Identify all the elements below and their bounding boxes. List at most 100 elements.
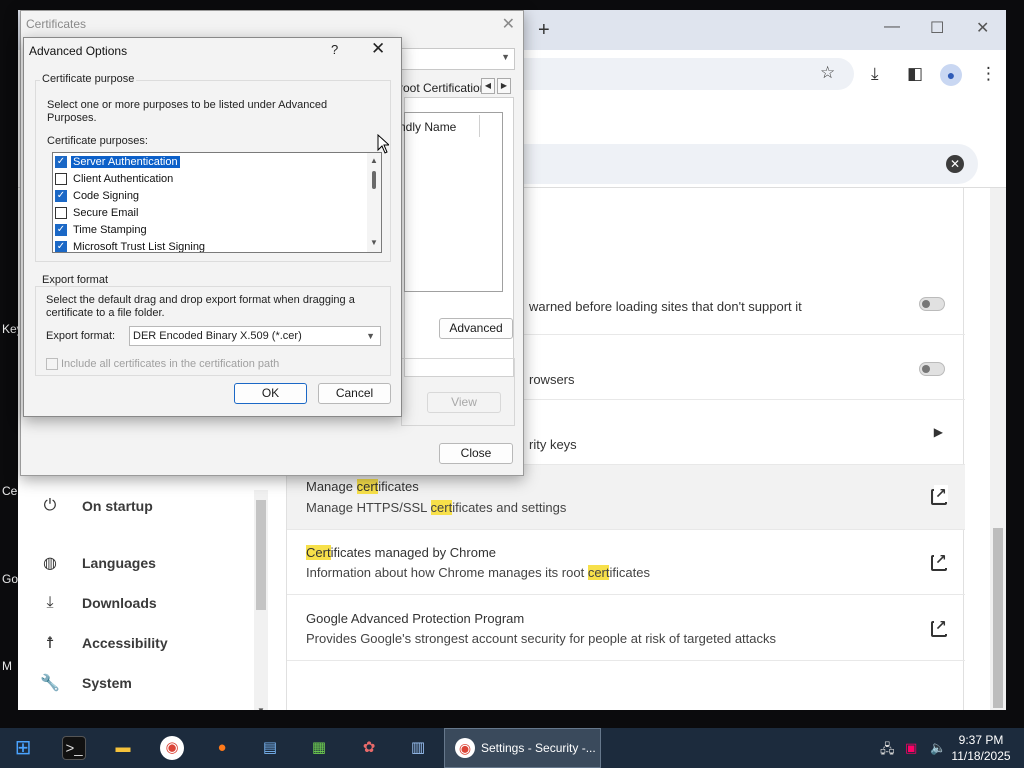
list-scrollbar[interactable]: ▲ ▼ <box>367 153 381 252</box>
download-icon: ⤓ <box>46 594 54 611</box>
tab-scroll-right-icon[interactable]: ▶ <box>497 78 511 94</box>
maximize-icon[interactable]: ☐ <box>930 18 944 38</box>
row-title: Manage certificates <box>306 479 419 494</box>
tab-scroll-left-icon[interactable]: ◀ <box>481 78 495 94</box>
external-link-icon <box>931 485 948 505</box>
checkbox[interactable]: ✓ <box>55 224 67 236</box>
select-value: DER Encoded Binary X.509 (*.cer) <box>133 330 302 342</box>
notepad-icon[interactable]: ▤ <box>258 736 282 760</box>
scroll-down-icon[interactable]: ▼ <box>370 238 378 247</box>
chevron-down-icon: ▼ <box>501 52 510 62</box>
intended-purpose-select[interactable]: ▼ <box>401 48 515 70</box>
checkbox[interactable] <box>55 173 67 185</box>
settings-row-chrome-certificates[interactable]: Certificates managed by Chrome Informati… <box>287 530 965 595</box>
dialog-title: Advanced Options <box>29 44 128 58</box>
row-title: Google Advanced Protection Program <box>306 611 525 626</box>
sidebar-item-downloads[interactable]: ⤓ Downloads <box>40 591 157 615</box>
new-tab-button[interactable]: + <box>538 19 550 42</box>
row-subtitle: Manage HTTPS/SSL certificates and settin… <box>306 500 567 515</box>
column-header[interactable]: ndly Name <box>399 120 456 134</box>
https-first-toggle[interactable] <box>919 297 945 311</box>
download-icon[interactable]: ⤓ <box>871 64 879 84</box>
help-icon[interactable]: ? <box>331 42 338 57</box>
close-icon[interactable]: ✕ <box>502 14 515 34</box>
checkbox[interactable]: ✓ <box>55 156 67 168</box>
setting-toggle[interactable] <box>919 362 945 376</box>
scrollbar-thumb[interactable] <box>372 171 376 189</box>
settings-row-advanced-protection[interactable]: Google Advanced Protection Program Provi… <box>287 595 965 661</box>
desktop-icon-label[interactable]: M <box>2 659 12 673</box>
side-panel-icon[interactable]: ◧ <box>907 64 923 84</box>
calculator-icon[interactable]: ▥ <box>406 736 430 760</box>
scroll-up-icon[interactable]: ▲ <box>370 156 378 165</box>
list-item[interactable]: ✓ Microsoft Trust List Signing <box>55 239 205 252</box>
desktop-icon-label[interactable]: Ce <box>2 484 17 498</box>
network-icon[interactable]: 🖧 <box>880 740 895 762</box>
close-icon[interactable]: ✕ <box>371 39 385 59</box>
volume-icon[interactable]: 🔈 <box>930 740 946 756</box>
taskbar-item-chrome[interactable]: ◉ Settings - Security -... <box>444 728 601 768</box>
sidebar-item-label: On startup <box>82 498 153 514</box>
advanced-options-dialog: Advanced Options ? ✕ Certificate purpose… <box>23 37 402 417</box>
group-label: Export format <box>40 274 111 286</box>
row-subtitle: Provides Google's strongest account secu… <box>306 631 776 646</box>
power-icon: ⏻ <box>43 497 57 514</box>
list-item[interactable]: ✓ Code Signing <box>55 188 139 204</box>
advanced-button[interactable]: Advanced <box>439 318 513 339</box>
checkbox <box>46 358 58 370</box>
export-format-select[interactable]: DER Encoded Binary X.509 (*.cer) ▼ <box>129 326 381 346</box>
taskbar-item-label: Settings - Security -... <box>481 741 596 755</box>
list-item[interactable]: Secure Email <box>55 205 138 221</box>
close-button[interactable]: Close <box>439 443 513 464</box>
sidebar-item-on-startup[interactable]: ⏻ On startup <box>40 494 153 518</box>
view-button[interactable]: View <box>427 392 501 413</box>
certificate-purposes-list[interactable]: ✓ Server Authentication Client Authentica… <box>52 152 382 253</box>
folder-icon[interactable]: ▬ <box>111 736 135 760</box>
list-item[interactable]: ✓ Server Authentication <box>55 154 180 170</box>
chevron-down-icon: ▼ <box>366 331 375 341</box>
sidebar-item-accessibility[interactable]: ☨ Accessibility <box>40 631 168 655</box>
external-link-icon <box>931 551 948 571</box>
chrome-icon[interactable]: ◉ <box>160 736 184 760</box>
export-description: Select the default drag and drop export … <box>46 294 355 319</box>
taskbar: ⊞ >_ ▬ ◉ ● ▤ ▦ ✿ ▥ ◉ Settings - Security… <box>0 728 1024 768</box>
globe-icon: ◍ <box>43 555 57 572</box>
cancel-button[interactable]: Cancel <box>318 383 391 404</box>
system-clock[interactable]: 9:37 PM 11/18/2025 <box>950 732 1012 764</box>
include-all-certificates-option: Include all certificates in the certific… <box>46 356 279 372</box>
clear-search-icon[interactable]: ✕ <box>946 155 964 173</box>
row-text: rity keys <box>529 437 577 452</box>
terminal-icon[interactable]: >_ <box>62 736 86 760</box>
row-text: warned before loading sites that don't s… <box>529 299 802 314</box>
checkbox[interactable] <box>55 207 67 219</box>
sidebar-item-system[interactable]: 🔧 System <box>40 671 132 695</box>
sidebar-item-label: Accessibility <box>82 635 168 651</box>
desktop-icon-label[interactable]: Go <box>2 572 18 586</box>
sidebar-item-languages[interactable]: ◍ Languages <box>40 551 156 575</box>
menu-icon[interactable]: ⋮ <box>980 64 997 84</box>
sidebar-item-label: Downloads <box>82 595 157 611</box>
profile-avatar[interactable]: ● <box>940 64 962 86</box>
sidebar-item-label: System <box>82 675 132 691</box>
certificate-list[interactable] <box>404 112 503 292</box>
row-subtitle: Information about how Chrome manages its… <box>306 565 650 580</box>
star-icon[interactable]: ☆ <box>820 63 835 83</box>
checkbox[interactable]: ✓ <box>55 190 67 202</box>
firefox-icon[interactable]: ● <box>210 736 234 760</box>
start-icon[interactable]: ⊞ <box>11 736 35 760</box>
paint-icon[interactable]: ✿ <box>357 736 381 760</box>
column-divider[interactable] <box>479 115 480 137</box>
close-icon[interactable]: ✕ <box>976 18 989 38</box>
content-scrollbar-thumb[interactable] <box>993 528 1003 708</box>
minimize-icon[interactable]: — <box>884 18 900 36</box>
chevron-right-icon: ▶ <box>933 425 943 439</box>
ok-button[interactable]: OK <box>234 383 307 404</box>
list-item[interactable]: ✓ Time Stamping <box>55 222 147 238</box>
checkbox[interactable]: ✓ <box>55 241 67 252</box>
chart-app-icon[interactable]: ▦ <box>307 736 331 760</box>
display-icon[interactable]: ▣ <box>905 740 917 756</box>
list-item[interactable]: Client Authentication <box>55 171 173 187</box>
sidebar-scrollbar-thumb[interactable] <box>256 500 266 610</box>
tab-trusted-root[interactable]: root Certification <box>399 81 486 95</box>
scroll-down-icon[interactable]: ▼ <box>257 706 265 710</box>
